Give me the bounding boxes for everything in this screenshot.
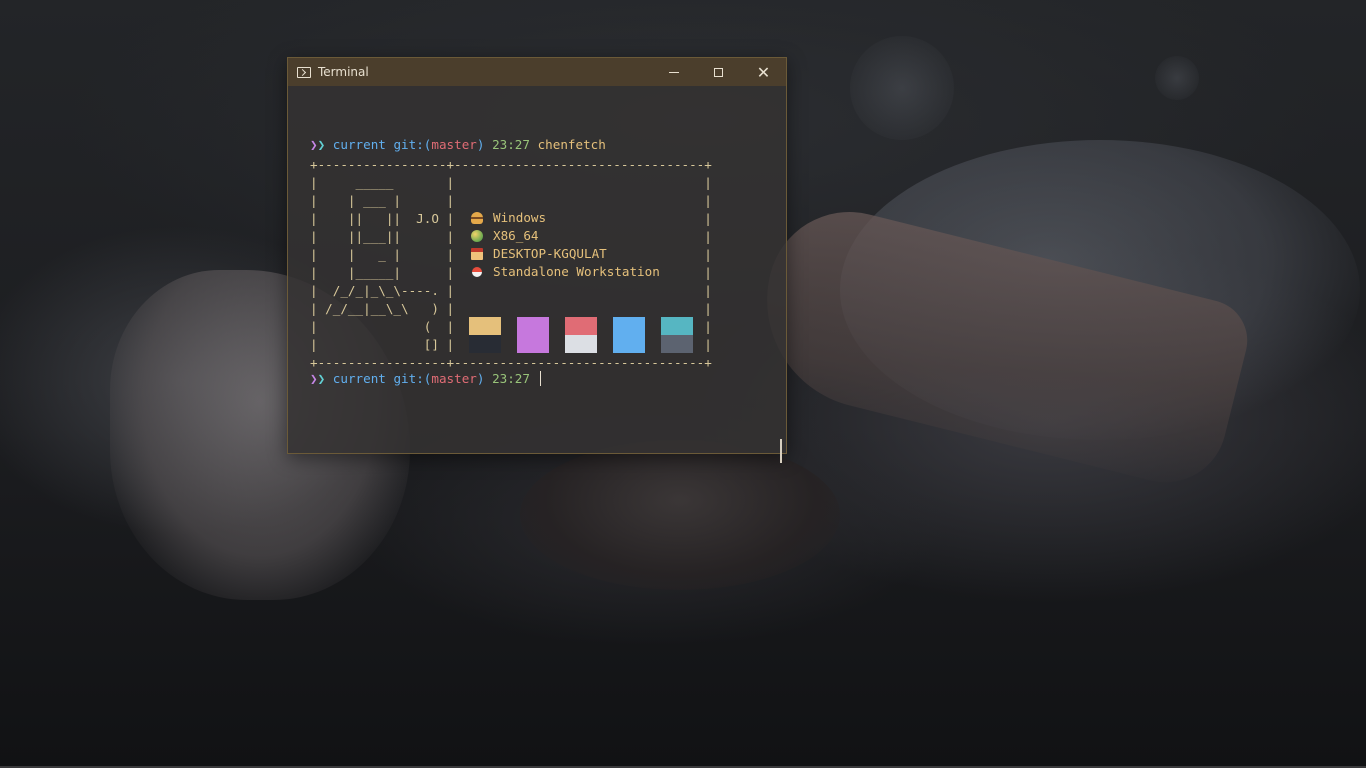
swatch-top — [565, 317, 597, 335]
info-host: DESKTOP-KGQULAT — [471, 245, 660, 263]
prompt-time: 23:27 — [492, 371, 530, 386]
swatch-top — [613, 317, 645, 335]
swatch-top — [661, 317, 693, 335]
terminal-window[interactable]: Terminal ✕ ❯❯ current git:(master) 23:27… — [287, 57, 787, 463]
burger-icon — [471, 212, 483, 224]
prompt-dir: current — [332, 137, 386, 152]
git-branch: master — [431, 137, 477, 152]
info-edition: Standalone Workstation — [471, 263, 660, 281]
window-title: Terminal — [318, 65, 369, 79]
swatch-top — [517, 317, 549, 335]
prompt-time: 23:27 — [492, 137, 530, 152]
color-swatch — [565, 317, 597, 353]
minimize-button[interactable] — [651, 58, 696, 86]
git-suffix: ) — [476, 371, 485, 386]
prompt-line-1: ❯❯ current git:(master) 23:27 chenfetch — [310, 136, 606, 154]
prompt-arrow-icon: ❯❯ — [310, 371, 326, 386]
wallpaper-shadow — [520, 440, 840, 590]
git-prefix: git:( — [393, 371, 432, 386]
terminal-icon — [297, 66, 311, 78]
wallpaper-orb — [850, 36, 954, 140]
git-suffix: ) — [476, 137, 485, 152]
prompt-dir: current — [332, 371, 386, 386]
color-swatch — [613, 317, 645, 353]
scrollbar-thumb[interactable] — [780, 439, 782, 463]
pokeball-icon — [471, 266, 483, 278]
git-prefix: git:( — [393, 137, 432, 152]
swatch-bottom — [565, 335, 597, 353]
text-cursor — [539, 371, 541, 386]
prompt-arrow-icon: ❯❯ — [310, 137, 326, 152]
git-branch: master — [431, 371, 477, 386]
swatch-bottom — [661, 335, 693, 353]
close-button[interactable]: ✕ — [741, 58, 786, 86]
swatch-bottom — [469, 335, 501, 353]
mango-icon — [471, 230, 483, 242]
info-os: Windows — [471, 209, 660, 227]
info-arch: X86_64 — [471, 227, 660, 245]
color-swatches — [469, 317, 693, 353]
prompt-line-2[interactable]: ❯❯ current git:(master) 23:27 — [310, 370, 541, 388]
color-swatch — [661, 317, 693, 353]
house-icon — [471, 248, 483, 260]
swatch-top — [469, 317, 501, 335]
color-swatch — [469, 317, 501, 353]
maximize-button[interactable] — [696, 58, 741, 86]
color-swatch — [517, 317, 549, 353]
title-bar[interactable]: Terminal ✕ — [288, 58, 786, 86]
swatch-bottom — [613, 335, 645, 353]
minimize-icon — [668, 71, 679, 73]
close-icon: ✕ — [756, 62, 771, 82]
wallpaper-orb-small — [1155, 56, 1199, 100]
maximize-icon — [714, 67, 723, 77]
swatch-bottom — [517, 335, 549, 353]
system-info: Windows X86_64 DESKTOP-KGQULAT Standalon… — [471, 209, 660, 281]
command-text: chenfetch — [537, 137, 606, 152]
